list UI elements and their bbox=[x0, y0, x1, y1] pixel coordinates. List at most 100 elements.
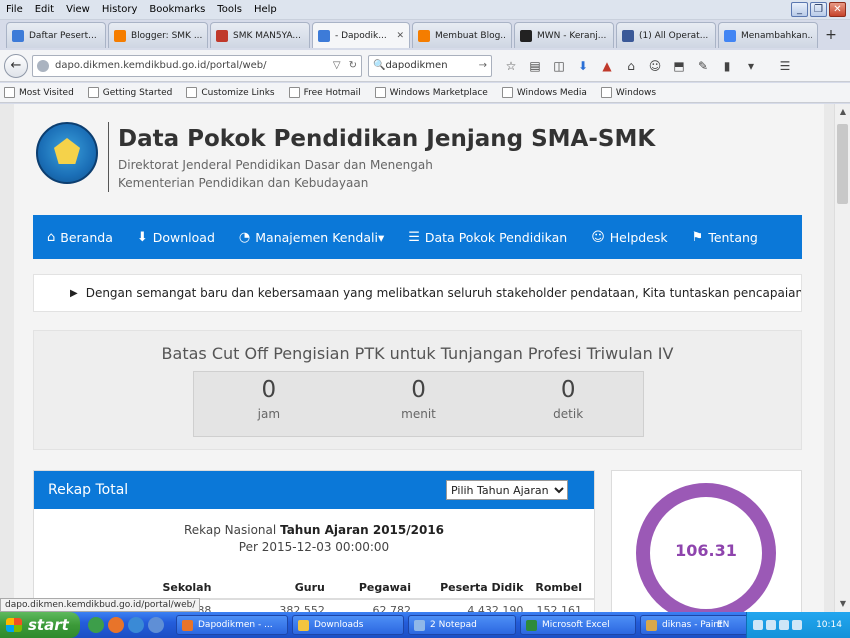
tray-icon[interactable] bbox=[766, 620, 776, 630]
back-arrow-icon: ← bbox=[10, 58, 22, 73]
browser-tab[interactable]: (1) All Operat... bbox=[616, 22, 716, 48]
column-header: Pegawai bbox=[336, 577, 424, 600]
app-icon bbox=[414, 619, 425, 631]
taskbar-button[interactable]: diknas - Paint bbox=[640, 615, 750, 635]
smiley-icon[interactable]: ☺ bbox=[644, 55, 666, 77]
nav-item-helpdesk[interactable]: ☺ Helpdesk bbox=[591, 230, 667, 245]
scrollbar-thumb[interactable] bbox=[837, 124, 848, 204]
restore-button[interactable]: ❐ bbox=[810, 2, 827, 17]
browser-tab[interactable]: Blogger: SMK ... bbox=[108, 22, 208, 48]
donut-card: 106.31 bbox=[611, 470, 802, 612]
flash-icon[interactable]: ▲ bbox=[596, 55, 618, 77]
bookmark-item[interactable]: Customize Links bbox=[186, 87, 275, 98]
menu-dropdown-icon[interactable]: ▾ bbox=[740, 55, 762, 77]
cutoff-title: Batas Cut Off Pengisian PTK untuk Tunjan… bbox=[161, 344, 674, 363]
menu-item-help[interactable]: Help bbox=[248, 4, 283, 15]
back-button[interactable]: ← bbox=[4, 53, 28, 78]
bookmark-label: Getting Started bbox=[102, 87, 173, 98]
blogger-icon bbox=[114, 29, 126, 42]
firefox-icon[interactable] bbox=[108, 617, 124, 633]
nav-item-download[interactable]: ⬇ Download bbox=[137, 230, 215, 245]
vertical-scrollbar[interactable]: ▲ ▼ bbox=[834, 104, 850, 612]
network-icon[interactable] bbox=[792, 620, 802, 630]
bookmarks-toolbar: Most Visited Getting Started Customize Lin… bbox=[0, 83, 850, 103]
url-input[interactable] bbox=[55, 60, 325, 71]
blogger-icon bbox=[418, 29, 430, 42]
browser-tab[interactable]: - Dapodik... ✕ bbox=[312, 22, 410, 48]
app-icon bbox=[298, 619, 309, 631]
site-subtitle-ministry: Kementerian Pendidikan dan Kebudayaan bbox=[118, 176, 369, 190]
tray-icon[interactable] bbox=[753, 620, 763, 630]
site-identity-icon[interactable] bbox=[37, 59, 49, 72]
save-icon[interactable]: ⬒ bbox=[668, 55, 690, 77]
column-header: Peserta Didik bbox=[423, 577, 536, 600]
menu-item-view[interactable]: View bbox=[60, 4, 96, 15]
new-tab-button[interactable]: + bbox=[820, 22, 842, 48]
search-go-icon[interactable]: → bbox=[479, 60, 487, 71]
browser-tab[interactable]: Menambahkan... bbox=[718, 22, 818, 48]
browser-tab[interactable]: Daftar Pesert... bbox=[6, 22, 106, 48]
bookmark-item[interactable]: Windows bbox=[600, 87, 656, 98]
close-window-button[interactable]: ✕ bbox=[829, 2, 846, 17]
search-input[interactable] bbox=[385, 60, 479, 71]
taskbar-button-label: Dapodikmen - ... bbox=[198, 620, 273, 630]
menu-item-history[interactable]: History bbox=[96, 4, 144, 15]
menu-item-tools[interactable]: Tools bbox=[211, 4, 248, 15]
facebook-icon bbox=[622, 29, 634, 42]
browser-tab[interactable]: Membuat Blog... bbox=[412, 22, 512, 48]
menu-item-file[interactable]: File bbox=[0, 4, 29, 15]
browser-tab[interactable]: SMK MAN5YA... bbox=[210, 22, 310, 48]
news-ticker: ▶ Dengan semangat baru dan kebersamaan y… bbox=[33, 274, 802, 312]
globe-icon bbox=[12, 29, 24, 42]
taskbar-button[interactable]: Microsoft Excel bbox=[520, 615, 636, 635]
menu-item-bookmarks[interactable]: Bookmarks bbox=[143, 4, 211, 15]
bookmark-item[interactable]: Getting Started bbox=[87, 87, 173, 98]
site-title: Data Pokok Pendidikan Jenjang SMA-SMK bbox=[118, 126, 656, 152]
ticker-text: Dengan semangat baru dan kebersamaan yan… bbox=[85, 286, 802, 300]
nav-item-tentang[interactable]: ⚑ Tentang bbox=[692, 230, 758, 245]
nav-item-beranda[interactable]: ⌂ Beranda bbox=[47, 230, 113, 245]
browser-tab[interactable]: MWN - Keranj... bbox=[514, 22, 614, 48]
start-button[interactable]: start bbox=[0, 612, 80, 638]
chrome-icon[interactable] bbox=[88, 617, 104, 633]
desktop-icon[interactable] bbox=[148, 617, 164, 633]
home-icon[interactable]: ⌂ bbox=[620, 55, 642, 77]
column-header: Sekolah bbox=[34, 577, 224, 600]
reload-icon[interactable]: ↻ bbox=[349, 60, 357, 71]
navigation-toolbar: ← ▽ ↻ 🔍 → ☆ ▤ ◫ ⬇ ▲ ⌂ ☺ ⬒ ✎ ▮ ▾ ☰ bbox=[0, 50, 850, 82]
url-dropdown-icon[interactable]: ▽ bbox=[333, 60, 341, 71]
bookmark-item[interactable]: Free Hotmail bbox=[288, 87, 361, 98]
scroll-up-icon[interactable]: ▲ bbox=[835, 104, 850, 120]
clipboard-icon[interactable]: ▮ bbox=[716, 55, 738, 77]
taskbar-button[interactable]: Dapodikmen - ... bbox=[176, 615, 288, 635]
minimize-button[interactable]: _ bbox=[791, 2, 808, 17]
nav-item-data-pokok-pendidikan[interactable]: ☰ Data Pokok Pendidikan bbox=[408, 230, 567, 245]
bookmark-item[interactable]: Windows Marketplace bbox=[374, 87, 488, 98]
taskbar-button[interactable]: 2 Notepad bbox=[408, 615, 516, 635]
address-bar[interactable]: ▽ ↻ bbox=[32, 54, 362, 77]
rekap-total-panel: Rekap Total Pilih Tahun Ajaran Rekap Nas… bbox=[33, 470, 595, 612]
scroll-down-icon[interactable]: ▼ bbox=[835, 596, 850, 612]
taskbar-button[interactable]: Downloads bbox=[292, 615, 404, 635]
bookmark-star-icon[interactable]: ☆ bbox=[500, 55, 522, 77]
bookmark-page-icon bbox=[4, 87, 15, 98]
pocket-icon[interactable]: ◫ bbox=[548, 55, 570, 77]
tab-close-icon[interactable]: ✕ bbox=[396, 31, 404, 41]
bookmark-item[interactable]: Windows Media bbox=[501, 87, 587, 98]
bookmark-item[interactable]: Most Visited bbox=[4, 87, 74, 98]
ie-icon[interactable] bbox=[128, 617, 144, 633]
search-bar[interactable]: 🔍 → bbox=[368, 54, 492, 77]
language-indicator[interactable]: EN bbox=[717, 620, 729, 630]
menu-item-edit[interactable]: Edit bbox=[29, 4, 60, 15]
bookmark-page-icon bbox=[186, 87, 198, 98]
volume-icon[interactable] bbox=[779, 620, 789, 630]
nav-item-manajemen-kendali[interactable]: ◔ Manajemen Kendali ▾ bbox=[239, 230, 384, 245]
hamburger-menu-icon[interactable]: ☰ bbox=[774, 55, 796, 77]
table-cell: 4.432.190 bbox=[467, 604, 524, 612]
nav-label: Beranda bbox=[60, 229, 113, 245]
reading-list-icon[interactable]: ▤ bbox=[524, 55, 546, 77]
downloads-arrow-icon[interactable]: ⬇ bbox=[572, 55, 594, 77]
rekap-national-label: Rekap Nasional Tahun Ajaran 2015/2016 bbox=[183, 523, 445, 537]
school-year-select[interactable]: Pilih Tahun Ajaran bbox=[446, 480, 568, 500]
addon-icon[interactable]: ✎ bbox=[692, 55, 714, 77]
